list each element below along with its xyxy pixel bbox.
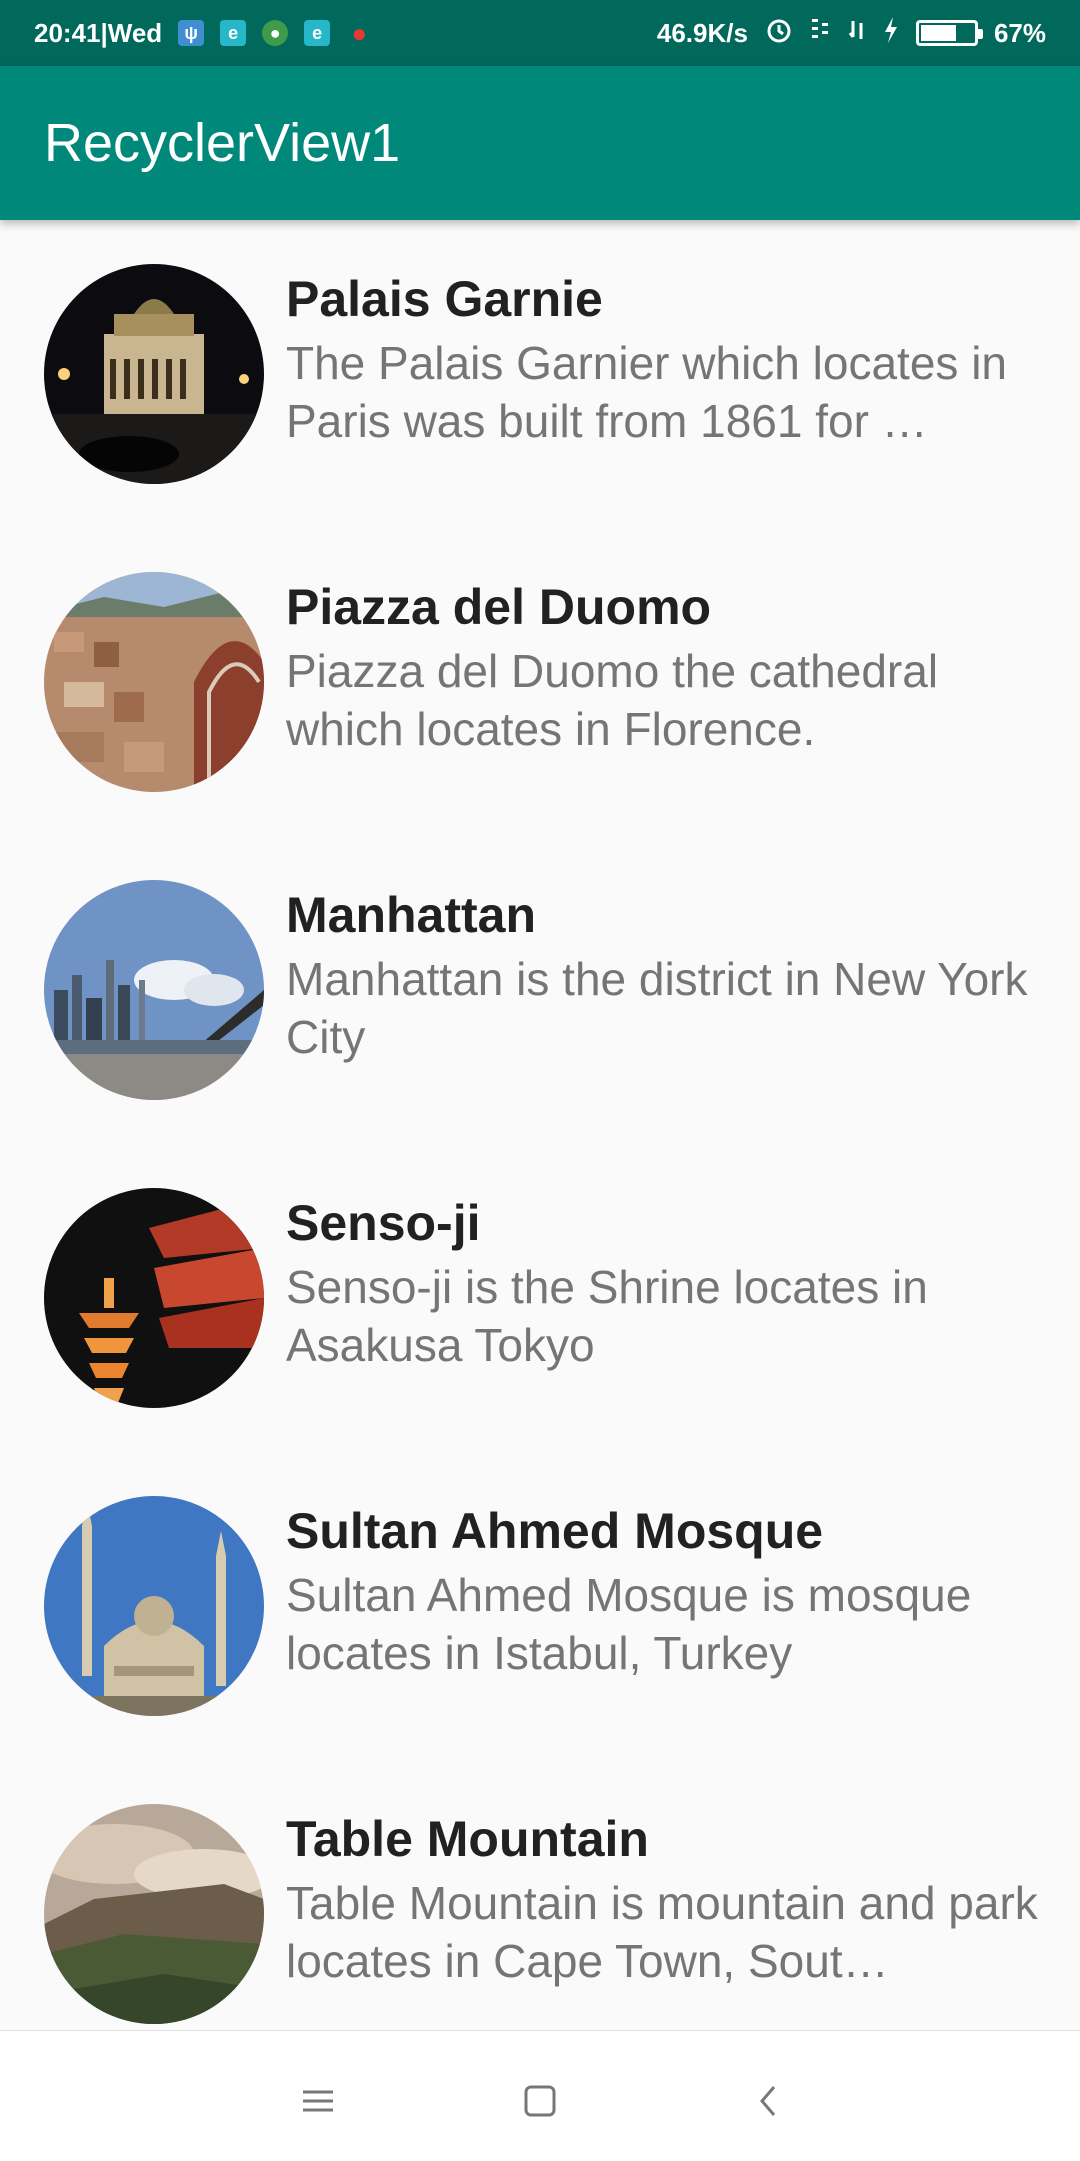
place-photo	[44, 1804, 264, 2024]
page-title: RecyclerView1	[44, 113, 401, 173]
app-bar: RecyclerView1	[0, 66, 1080, 220]
list-item[interactable]: Palais Garnie The Palais Garnier which l…	[0, 220, 1080, 528]
battery-fill	[920, 25, 956, 41]
navigation-bar	[0, 2030, 1080, 2161]
place-photo	[44, 264, 264, 484]
item-description: Table Mountain is mountain and park loca…	[286, 1877, 1038, 1987]
list-item[interactable]: Sultan Ahmed Mosque Sultan Ahmed Mosque …	[0, 1452, 1080, 1760]
notification-icon: ●	[351, 17, 368, 48]
place-photo	[44, 880, 264, 1100]
item-title: Manhattan	[286, 887, 536, 943]
back-icon[interactable]	[738, 2071, 798, 2131]
network-speed: 46.9K/s	[656, 17, 748, 48]
item-description: Senso-ji is the Shrine locates in Asakus…	[286, 1261, 928, 1371]
battery-percent: 67%	[993, 17, 1046, 48]
item-title: Senso-ji	[286, 1195, 481, 1251]
list-item[interactable]: Manhattan Manhattan is the district in N…	[0, 836, 1080, 1144]
battery-icon	[915, 20, 983, 46]
item-title: Palais Garnie	[286, 271, 603, 327]
place-photo	[44, 572, 264, 792]
list-item[interactable]: Piazza del Duomo Piazza del Duomo the ca…	[0, 528, 1080, 836]
notification-icon: ψ	[178, 20, 205, 46]
status-time: 20:41|Wed	[34, 17, 163, 48]
signal-icon	[810, 15, 832, 52]
place-photo	[44, 1188, 264, 1408]
status-bar-left: 20:41|Wed ψ e ● e ●	[34, 18, 372, 49]
home-icon[interactable]	[510, 2071, 570, 2131]
charging-icon	[882, 15, 900, 52]
notification-icon: e	[304, 20, 331, 46]
alarm-icon	[764, 15, 794, 52]
status-bar: 20:41|Wed ψ e ● e ● 46.9K/s 67%	[0, 0, 1080, 66]
item-description: The Palais Garnier which locates in Pari…	[286, 337, 1007, 447]
menu-icon[interactable]	[288, 2071, 348, 2131]
item-description: Manhattan is the district in New York Ci…	[286, 953, 1028, 1063]
recycler-list[interactable]: Palais Garnie The Palais Garnier which l…	[0, 220, 1080, 2030]
item-title: Sultan Ahmed Mosque	[286, 1503, 824, 1559]
place-photo	[44, 1496, 264, 1716]
list-item[interactable]: Table Mountain Table Mountain is mountai…	[0, 1760, 1080, 2030]
data-arrows-icon	[848, 15, 866, 52]
notification-icon: ●	[262, 20, 289, 46]
item-description: Piazza del Duomo the cathedral which loc…	[286, 645, 939, 755]
notification-icon: e	[220, 20, 247, 46]
item-description: Sultan Ahmed Mosque is mosque locates in…	[286, 1569, 972, 1679]
status-bar-right: 46.9K/s 67%	[657, 15, 1046, 52]
item-title: Table Mountain	[286, 1811, 649, 1867]
item-title: Piazza del Duomo	[286, 579, 712, 635]
list-item[interactable]: Senso-ji Senso-ji is the Shrine locates …	[0, 1144, 1080, 1452]
